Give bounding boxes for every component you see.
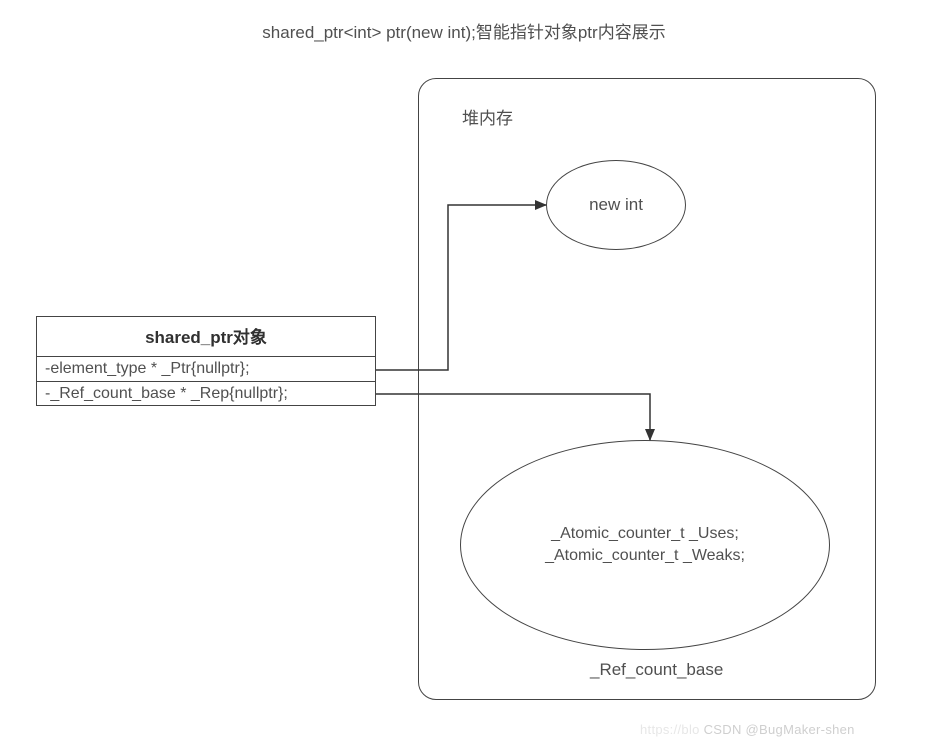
watermark-text: CSDN @BugMaker-shen (704, 722, 855, 737)
new-int-text: new int (589, 194, 643, 217)
ref-count-base-node: _Atomic_counter_t _Uses; _Atomic_counter… (460, 440, 830, 650)
ref-count-base-body: _Atomic_counter_t _Uses; _Atomic_counter… (545, 523, 745, 566)
ref-count-base-label: _Ref_count_base (590, 660, 723, 680)
shared-ptr-title: shared_ptr对象 (37, 317, 375, 357)
ref-count-weaks: _Atomic_counter_t _Weaks; (545, 545, 745, 567)
watermark-ghost: https://blo (640, 722, 700, 737)
shared-ptr-object-box: shared_ptr对象 -element_type * _Ptr{nullpt… (36, 316, 376, 406)
heap-memory-label: 堆内存 (462, 104, 513, 129)
shared-ptr-body: -element_type * _Ptr{nullptr}; -_Ref_cou… (37, 357, 375, 405)
shared-ptr-field-ptr: -element_type * _Ptr{nullptr}; (37, 357, 375, 381)
watermark: https://blo CSDN @BugMaker-shen (640, 722, 855, 737)
new-int-node: new int (546, 160, 686, 250)
shared-ptr-field-rep: -_Ref_count_base * _Rep{nullptr}; (37, 382, 375, 406)
ref-count-uses: _Atomic_counter_t _Uses; (545, 523, 745, 545)
diagram-title: shared_ptr<int> ptr(new int);智能指针对象ptr内容… (0, 18, 928, 43)
